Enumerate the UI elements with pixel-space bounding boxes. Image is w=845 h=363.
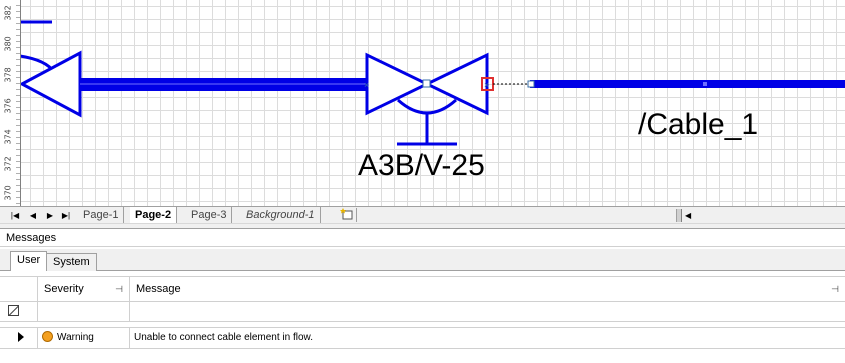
ruler-label: 372 — [3, 156, 13, 172]
valve-symbol — [365, 52, 489, 146]
scroll-left-icon[interactable]: ◀ — [685, 209, 695, 222]
messages-tab-bar: User System — [0, 249, 845, 271]
cable-mid-handle — [703, 82, 707, 86]
tab-page-1[interactable]: Page-1 — [78, 207, 125, 223]
connection-point — [422, 79, 431, 88]
page-tab-bar: |◀ ◀ ▶ ▶| Page-1 Page-2 Page-3 Backgroun… — [0, 206, 845, 224]
column-header-message[interactable]: Message ⊣ — [130, 277, 845, 301]
filter-row-header — [0, 301, 38, 321]
message-cell: Unable to connect cable element in flow. — [134, 332, 313, 343]
column-header-label: Severity — [44, 283, 84, 295]
next-page-icon[interactable]: ▶ — [45, 210, 55, 221]
handle-x-marker: × — [484, 80, 489, 90]
severity-cell: Warning — [38, 328, 130, 348]
horizontal-scrollbar[interactable]: ◀ — [676, 209, 845, 222]
warning-icon — [42, 331, 53, 342]
column-header-severity[interactable]: Severity ⊣ — [38, 277, 130, 301]
table-row[interactable]: Warning Unable to connect cable element … — [0, 327, 845, 349]
message-filter-cell[interactable] — [130, 301, 845, 321]
drawing-canvas[interactable]: × × A3B/V-25 /Cable_1 382 380 378 376 37… — [0, 0, 845, 206]
cable-line — [530, 80, 845, 88]
vertical-ruler: 382 380 378 376 374 372 370 — [0, 0, 21, 206]
tab-page-3[interactable]: Page-3 — [186, 207, 233, 223]
severity-text: Warning — [57, 332, 94, 343]
tab-background-1[interactable]: Background-1 — [241, 207, 321, 223]
first-page-icon[interactable]: |◀ — [10, 210, 20, 221]
tab-user[interactable]: User — [10, 251, 48, 271]
cable-start-handle — [527, 80, 535, 88]
severity-filter-cell[interactable] — [38, 301, 130, 321]
valve-label: A3B/V-25 — [358, 149, 485, 182]
messages-pane: Messages User System Severity ⊣ Message … — [0, 228, 845, 363]
left-arrow-shape — [18, 50, 82, 118]
expand-row-icon[interactable] — [18, 332, 24, 342]
diagram-svg[interactable]: × × A3B/V-25 /Cable_1 — [0, 0, 845, 206]
last-page-icon[interactable]: ▶| — [61, 210, 71, 221]
row-expander-cell — [0, 328, 38, 348]
ruler-label: 378 — [3, 67, 13, 83]
insert-page-tab[interactable] — [340, 208, 357, 222]
tab-page-2[interactable]: Page-2 — [130, 207, 178, 223]
pin-icon[interactable]: ⊣ — [115, 277, 123, 301]
previous-page-icon[interactable]: ◀ — [28, 210, 38, 221]
tab-splitter-handle[interactable] — [677, 209, 682, 222]
tab-system[interactable]: System — [46, 253, 97, 271]
pin-icon[interactable]: ⊣ — [831, 277, 839, 301]
cable-label: /Cable_1 — [638, 108, 758, 141]
row-header-corner — [0, 277, 38, 301]
insert-page-icon — [340, 208, 353, 220]
ruler-label: 380 — [3, 36, 13, 52]
ruler-label: 374 — [3, 129, 13, 145]
ruler-label: 382 — [3, 5, 13, 21]
messages-title: Messages — [0, 229, 845, 247]
clear-filter-icon[interactable] — [8, 305, 19, 316]
messages-grid: Severity ⊣ Message ⊣ Warning Unable to c… — [0, 272, 845, 363]
grid-header: Severity ⊣ Message ⊣ — [0, 276, 845, 302]
ruler-label: 370 — [3, 185, 13, 201]
filter-row — [0, 301, 845, 322]
ruler-label: 376 — [3, 98, 13, 114]
connection-x-marker: × — [364, 80, 369, 90]
column-header-label: Message — [136, 283, 181, 295]
